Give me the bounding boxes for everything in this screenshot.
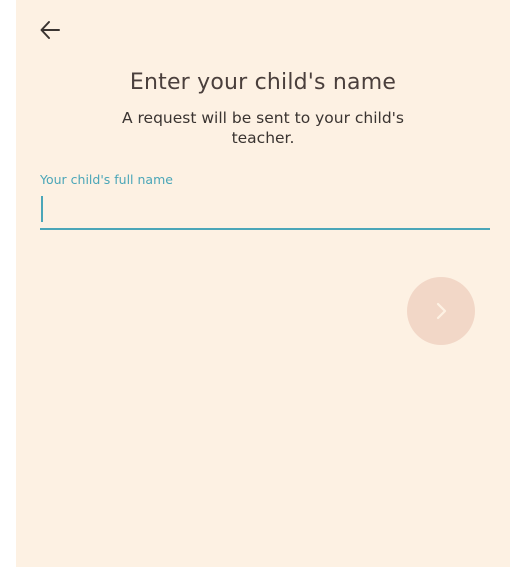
chevron-right-icon [431,301,451,321]
back-button[interactable] [36,16,64,44]
child-name-field[interactable] [40,192,490,230]
next-button[interactable] [407,277,475,345]
page-subtitle: A request will be sent to your child's t… [121,109,405,147]
app-screen: Enter your child's name A request will b… [16,0,510,567]
child-name-input[interactable] [40,192,490,226]
page-title: Enter your child's name [129,70,397,95]
child-name-label: Your child's full name [40,172,173,187]
arrow-left-icon [39,19,61,41]
